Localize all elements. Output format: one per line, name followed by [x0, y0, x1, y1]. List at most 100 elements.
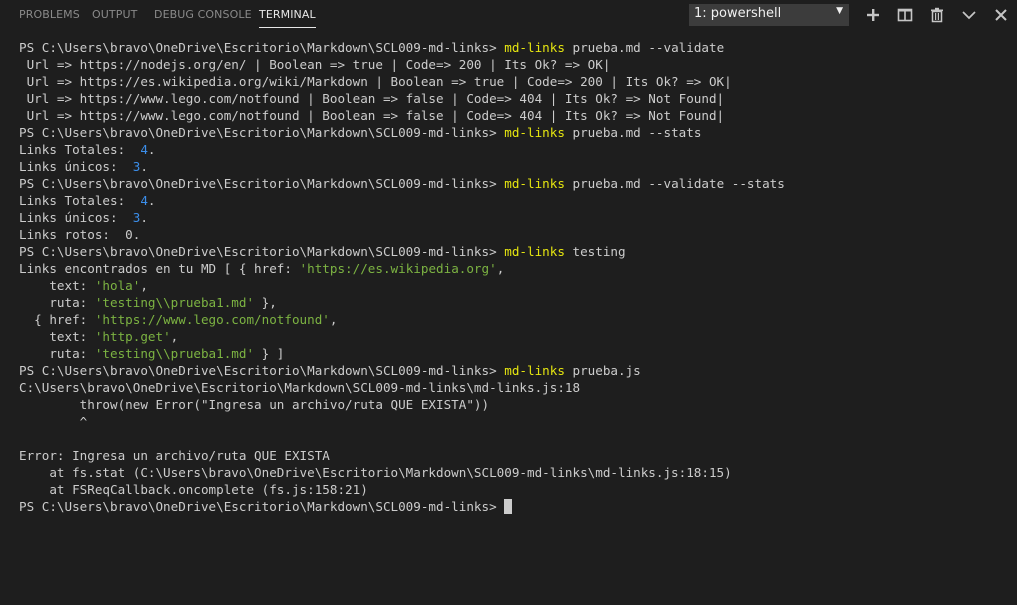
- output-text: ^: [19, 414, 88, 429]
- command-name: md-links: [504, 363, 565, 378]
- output-text: } ]: [254, 346, 285, 361]
- command-name: md-links: [504, 40, 565, 55]
- terminal-line: Links Totales: 4.: [19, 141, 1009, 158]
- output-text: Url => https://es.wikipedia.org/wiki/Mar…: [19, 74, 732, 89]
- output-string: 'http.get': [94, 329, 171, 344]
- split-icon: [897, 8, 913, 22]
- terminal-instance-value: 1: powershell: [694, 6, 782, 21]
- dropdown-caret-icon: ▼: [836, 6, 843, 16]
- prompt-text: PS C:\Users\bravo\OneDrive\Escritorio\Ma…: [19, 244, 505, 259]
- output-text: at FSReqCallback.oncomplete (fs.js:158:2…: [19, 482, 368, 497]
- output-text: .: [140, 159, 148, 174]
- output-text: .: [140, 210, 148, 225]
- command-args: testing: [564, 244, 626, 259]
- output-text: Links Totales:: [19, 142, 141, 157]
- output-string: 'hola': [94, 278, 141, 293]
- terminal-line: Links Totales: 4.: [19, 192, 1009, 209]
- terminal-line: PS C:\Users\bravo\OneDrive\Escritorio\Ma…: [19, 498, 1009, 515]
- output-text: { href:: [19, 312, 95, 327]
- output-text: text:: [19, 278, 95, 293]
- terminal-output[interactable]: PS C:\Users\bravo\OneDrive\Escritorio\Ma…: [19, 39, 1009, 599]
- output-string: 'https://www.lego.com/notfound': [94, 312, 330, 327]
- prompt-text: PS C:\Users\bravo\OneDrive\Escritorio\Ma…: [19, 125, 505, 140]
- output-string: 'testing\\prueba1.md': [94, 295, 255, 310]
- terminal-line: ruta: 'testing\\prueba1.md' } ]: [19, 345, 1009, 362]
- command-name: md-links: [504, 244, 565, 259]
- terminal-line: Url => https://nodejs.org/en/ | Boolean …: [19, 56, 1009, 73]
- output-text: Error: Ingresa un archivo/ruta QUE EXIST…: [19, 448, 330, 463]
- prompt-text: PS C:\Users\bravo\OneDrive\Escritorio\Ma…: [19, 499, 505, 514]
- output-string: 'https://es.wikipedia.org': [299, 261, 497, 276]
- output-text: Links encontrados en tu MD [ { href:: [19, 261, 300, 276]
- terminal-line: PS C:\Users\bravo\OneDrive\Escritorio\Ma…: [19, 243, 1009, 260]
- split-terminal-button[interactable]: [895, 5, 915, 25]
- tab-debug-console[interactable]: DEBUG CONSOLE: [154, 8, 252, 21]
- output-text: .: [147, 142, 156, 157]
- output-text: ,: [329, 312, 338, 327]
- command-args: prueba.md --validate --stats: [564, 176, 785, 191]
- terminal-line: text: 'http.get',: [19, 328, 1009, 345]
- command-args: prueba.js: [564, 363, 641, 378]
- maximize-panel-button[interactable]: [959, 5, 979, 25]
- output-text: Links únicos:: [19, 159, 133, 174]
- close-icon: [995, 9, 1007, 21]
- terminal-line: Url => https://www.lego.com/notfound | B…: [19, 90, 1009, 107]
- chevron-down-icon: [962, 11, 976, 20]
- terminal-line: Links únicos: 3.: [19, 209, 1009, 226]
- terminal-line: PS C:\Users\bravo\OneDrive\Escritorio\Ma…: [19, 39, 1009, 56]
- terminal-line: PS C:\Users\bravo\OneDrive\Escritorio\Ma…: [19, 362, 1009, 379]
- output-text: text:: [19, 329, 95, 344]
- tab-problems[interactable]: PROBLEMS: [19, 8, 80, 21]
- output-text: ,: [140, 278, 148, 293]
- trash-icon: [931, 7, 943, 23]
- prompt-text: PS C:\Users\bravo\OneDrive\Escritorio\Ma…: [19, 363, 505, 378]
- terminal-line: at FSReqCallback.oncomplete (fs.js:158:2…: [19, 481, 1009, 498]
- output-text: ,: [170, 329, 179, 344]
- terminal-line: { href: 'https://www.lego.com/notfound',: [19, 311, 1009, 328]
- terminal-line: Links rotos: 0.: [19, 226, 1009, 243]
- prompt-text: PS C:\Users\bravo\OneDrive\Escritorio\Ma…: [19, 40, 505, 55]
- output-text: ,: [496, 261, 505, 276]
- terminal-line: ^: [19, 413, 1009, 430]
- output-string: 'testing\\prueba1.md': [94, 346, 255, 361]
- tab-output[interactable]: OUTPUT: [92, 8, 137, 21]
- command-args: prueba.md --validate: [564, 40, 725, 55]
- output-number: 4: [140, 142, 148, 157]
- command-name: md-links: [504, 176, 565, 191]
- terminal-line: Links encontrados en tu MD [ { href: 'ht…: [19, 260, 1009, 277]
- output-text: Url => https://www.lego.com/notfound | B…: [19, 108, 725, 123]
- terminal-cursor: [504, 499, 513, 514]
- output-text: Links únicos:: [19, 210, 133, 225]
- output-text: Links Totales:: [19, 193, 141, 208]
- command-name: md-links: [504, 125, 565, 140]
- plus-icon: [867, 9, 879, 21]
- kill-terminal-button[interactable]: [927, 5, 947, 25]
- terminal-line: throw(new Error("Ingresa un archivo/ruta…: [19, 396, 1009, 413]
- output-text: C:\Users\bravo\OneDrive\Escritorio\Markd…: [19, 380, 581, 395]
- output-text: Url => https://www.lego.com/notfound | B…: [19, 91, 725, 106]
- tab-terminal[interactable]: TERMINAL: [259, 8, 316, 28]
- terminal-line: at fs.stat (C:\Users\bravo\OneDrive\Escr…: [19, 464, 1009, 481]
- output-text: at fs.stat (C:\Users\bravo\OneDrive\Escr…: [19, 465, 732, 480]
- close-panel-button[interactable]: [991, 5, 1011, 25]
- output-text: throw(new Error("Ingresa un archivo/ruta…: [19, 397, 490, 412]
- terminal-line: Url => https://es.wikipedia.org/wiki/Mar…: [19, 73, 1009, 90]
- terminal-line: text: 'hola',: [19, 277, 1009, 294]
- terminal-panel: PROBLEMS OUTPUT DEBUG CONSOLE TERMINAL 1…: [0, 0, 1017, 605]
- new-terminal-button[interactable]: [863, 5, 883, 25]
- output-number: 4: [140, 193, 148, 208]
- output-text: .: [147, 193, 156, 208]
- output-text: Links rotos: 0.: [19, 227, 141, 242]
- command-args: prueba.md --stats: [564, 125, 702, 140]
- terminal-line: PS C:\Users\bravo\OneDrive\Escritorio\Ma…: [19, 124, 1009, 141]
- terminal-line: Error: Ingresa un archivo/ruta QUE EXIST…: [19, 447, 1009, 464]
- terminal-line: Url => https://www.lego.com/notfound | B…: [19, 107, 1009, 124]
- terminal-line: PS C:\Users\bravo\OneDrive\Escritorio\Ma…: [19, 175, 1009, 192]
- prompt-text: PS C:\Users\bravo\OneDrive\Escritorio\Ma…: [19, 176, 505, 191]
- output-text: },: [254, 295, 277, 310]
- terminal-instance-select[interactable]: 1: powershell ▼: [689, 4, 849, 26]
- output-text: Url => https://nodejs.org/en/ | Boolean …: [19, 57, 611, 72]
- output-text: ruta:: [19, 346, 95, 361]
- terminal-line: C:\Users\bravo\OneDrive\Escritorio\Markd…: [19, 379, 1009, 396]
